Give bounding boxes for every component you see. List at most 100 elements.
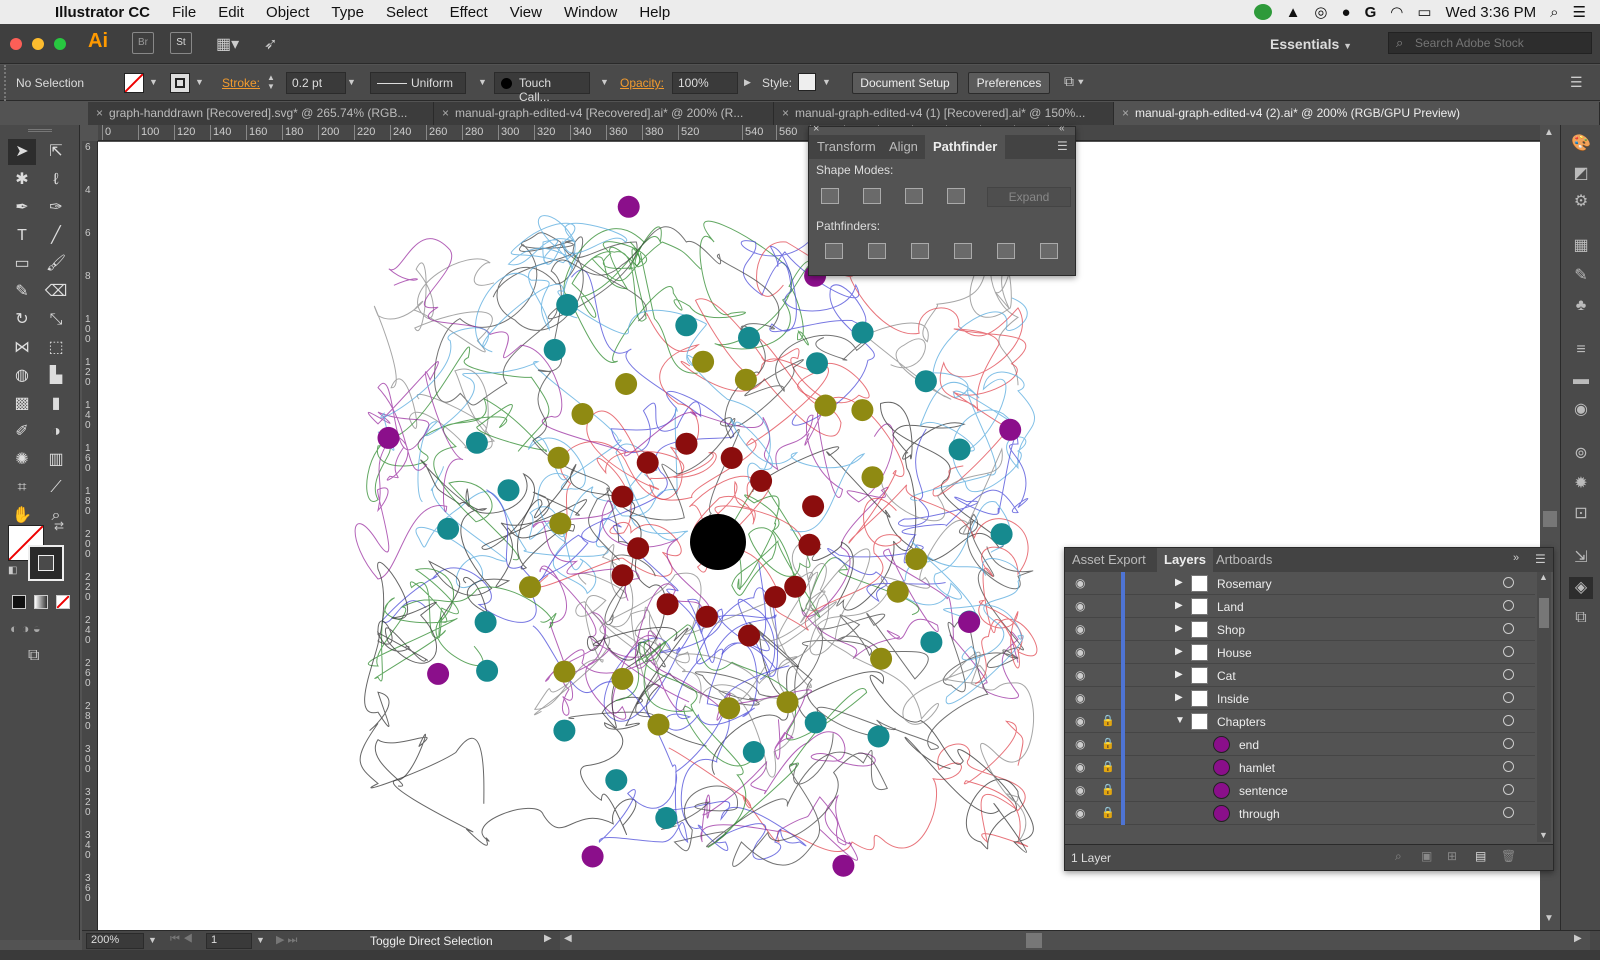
graph-node[interactable] [465,431,488,454]
panel-menu-icon[interactable]: ☰ [1535,552,1546,566]
vertical-ruler[interactable]: 6 4 6 8 1 0 0 1 2 0 1 4 0 1 6 0 1 8 0 2 0 0 2 2 0 2… [82,141,98,931]
menu-object[interactable]: Object [255,4,320,21]
eye-icon[interactable]: ◉ [1075,599,1085,613]
target-circle-icon[interactable] [1503,692,1514,703]
locate-object-icon[interactable]: ⌕ [1395,849,1402,864]
zoom-dropdown-icon[interactable]: ▼ [148,935,157,945]
graph-node[interactable] [870,647,893,670]
graph-node[interactable] [718,697,741,720]
eyedropper-tool-icon[interactable]: ✐ [8,419,36,445]
menu-select[interactable]: Select [375,4,439,21]
transform-panel-icon[interactable]: ⊡ [1569,503,1593,525]
grip-handle[interactable] [4,65,10,101]
eye-icon[interactable]: ◉ [1075,737,1085,751]
swatches-icon[interactable]: ▦ [1569,235,1593,257]
graph-node[interactable] [656,593,679,616]
layer-row[interactable]: ◉ ▶ Rosemary [1065,572,1535,595]
graph-node[interactable] [920,631,943,654]
scroll-up-icon[interactable]: ▲ [1544,127,1554,138]
type-tool-icon[interactable]: T [8,223,36,249]
collapsed-triangle-icon[interactable]: ▶ [1175,577,1183,588]
graph-tool-icon[interactable]: ▥ [42,447,70,473]
edge-path[interactable] [354,361,464,580]
stroke-stepper[interactable]: ▲ ▼ [267,73,275,91]
appearance-icon[interactable]: ⊚ [1569,443,1593,465]
artboard-field[interactable]: 1 [206,933,252,949]
opacity-field[interactable]: 100% [672,72,738,94]
edge-path[interactable] [359,561,485,804]
edge-path[interactable] [910,297,1036,502]
preferences-button[interactable]: Preferences [968,72,1050,94]
eye-icon[interactable]: ◉ [1075,783,1085,797]
eye-icon[interactable]: ◉ [1075,645,1085,659]
target-circle-icon[interactable] [1503,807,1514,818]
graph-node[interactable] [720,447,743,469]
stock-button[interactable]: St [170,32,192,54]
hat-icon[interactable]: ● [1342,4,1351,21]
gradient-panel-icon[interactable]: ▬ [1569,369,1593,391]
symbol-sprayer-tool-icon[interactable]: ✺ [8,447,36,473]
close-icon[interactable]: × [813,123,819,135]
divide-icon[interactable] [825,243,843,259]
menu-window[interactable]: Window [553,4,628,21]
menu-edit[interactable]: Edit [207,4,255,21]
graph-node[interactable] [627,537,650,560]
tab-transform[interactable]: Transform [809,135,884,159]
delete-layer-icon[interactable]: 🗑 [1501,849,1516,863]
graph-node[interactable] [798,533,821,556]
layer-name[interactable]: end [1239,738,1259,752]
layer-row[interactable]: ◉ 🔒 sentence [1065,779,1535,802]
graph-node[interactable] [571,403,594,425]
collapsed-triangle-icon[interactable]: ▶ [1175,646,1183,657]
brush-definition[interactable]: Touch Call... [494,72,590,104]
mesh-tool-icon[interactable]: ▩ [8,391,36,417]
graph-node[interactable] [675,432,698,455]
layer-row[interactable]: ◉ 🔒 through [1065,802,1535,825]
shaper-tool-icon[interactable]: ✎ [8,279,36,305]
scale-tool-icon[interactable]: ⤡ [42,307,70,333]
target-circle-icon[interactable] [1503,600,1514,611]
rotate-tool-icon[interactable]: ↻ [8,307,36,333]
rectangle-tool-icon[interactable]: ▭ [8,251,36,277]
style-swatch[interactable] [798,73,816,91]
merge-icon[interactable] [911,243,929,259]
menu-view[interactable]: View [499,4,553,21]
graph-node[interactable] [804,711,827,734]
eye-icon[interactable]: ◉ [1075,806,1085,820]
scroll-thumb[interactable] [1539,598,1549,628]
layers-panel-icon[interactable]: ◈ [1569,577,1593,599]
graph-node[interactable] [806,352,828,375]
menu-app-name[interactable]: Illustrator CC [44,4,161,21]
graph-node[interactable] [617,195,640,218]
collapse-icon[interactable]: » [1513,552,1519,564]
curvature-tool-icon[interactable]: ✑ [42,195,70,221]
target-circle-icon[interactable] [1503,738,1514,749]
list-icon[interactable]: ☰ [1573,3,1586,21]
layer-name[interactable]: Inside [1217,692,1249,706]
fill-swatch[interactable] [124,73,144,93]
symbols-icon[interactable]: ♣ [1569,295,1593,317]
slice-tool-icon[interactable]: ⟋ [42,475,70,501]
graph-node[interactable] [427,662,450,685]
edge-path[interactable] [700,731,876,861]
horizontal-scrollbar[interactable]: ◀ ▶ [560,931,1590,950]
stroke-swatch[interactable] [170,73,190,93]
target-circle-icon[interactable] [1503,761,1514,772]
graph-node[interactable] [581,845,604,868]
graph-node[interactable] [519,576,541,599]
opacity-arrow-icon[interactable]: ▶ [744,77,751,88]
tab-pathfinder[interactable]: Pathfinder [925,135,1006,159]
color-panel-icon[interactable]: 🎨 [1569,133,1593,155]
close-window-button[interactable] [10,38,22,50]
close-icon[interactable]: × [442,106,449,120]
graph-node[interactable] [647,713,670,736]
outline-icon[interactable] [997,243,1015,259]
edge-path[interactable] [756,241,1027,497]
layer-name[interactable]: Shop [1217,623,1245,637]
graph-node[interactable] [734,368,757,391]
tab-manual-graph-v4-1[interactable]: × manual-graph-edited-v4 (1) [Recovered].… [774,102,1114,125]
menu-help[interactable]: Help [628,4,681,21]
battery-icon[interactable]: ▭ [1417,3,1431,21]
shape-builder-tool-icon[interactable]: ◍ [8,363,36,389]
lock-icon[interactable]: 🔒 [1101,737,1115,750]
